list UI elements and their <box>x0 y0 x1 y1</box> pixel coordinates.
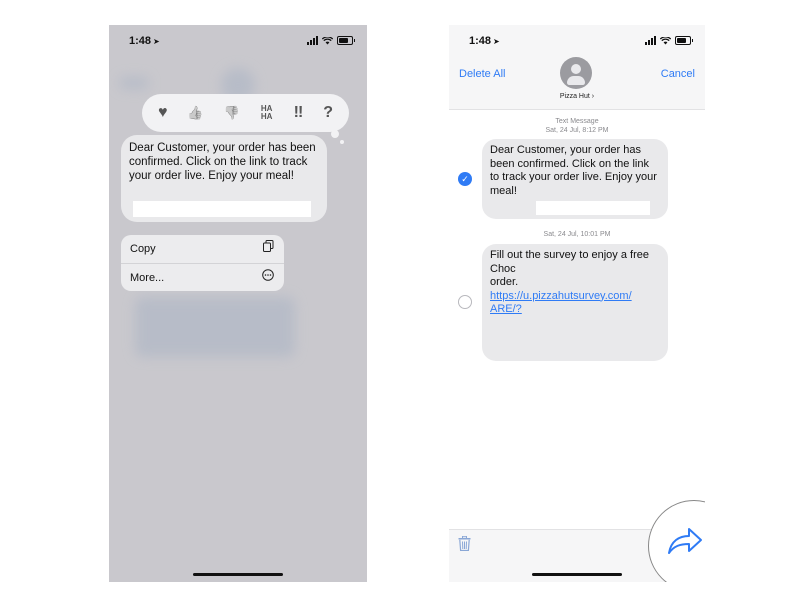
trash-icon[interactable] <box>458 535 471 555</box>
context-menu: Copy More... <box>121 235 284 291</box>
wifi-icon <box>660 36 671 44</box>
message-text: Fill out the survey to enjoy a free <box>490 249 649 261</box>
forward-arrow-icon <box>667 527 703 560</box>
menu-item-label: Copy <box>130 243 156 255</box>
delete-all-button[interactable]: Delete All <box>459 68 505 80</box>
home-indicator[interactable] <box>193 573 283 576</box>
message-bubble-2[interactable]: Fill out the survey to enjoy a free Choc… <box>482 244 668 361</box>
status-time: 1:48 ➤ <box>129 35 160 47</box>
survey-link[interactable]: https://u.pizzahutsurvey.com/ <box>490 290 660 304</box>
home-indicator[interactable] <box>532 573 622 576</box>
conversation-header: 1:48 ➤ Delete All Cancel Pizza Hut › <box>449 25 705 110</box>
heart-icon[interactable]: ♥ <box>158 104 168 122</box>
signal-icon <box>645 36 656 45</box>
message-timestamp-2: Sat, 24 Jul, 10:01 PM <box>543 231 611 238</box>
thumbs-up-icon[interactable]: 👍 <box>187 105 203 121</box>
message-type-label: Text Message <box>555 118 599 125</box>
redacted-area <box>133 201 311 217</box>
survey-link-cont[interactable]: ARE/? <box>490 303 660 317</box>
question-icon[interactable]: ? <box>323 104 333 122</box>
message-text: Choc <box>490 262 516 275</box>
left-phone-screen: 1:48 ➤ ♥ 👍 👎 HA HA ‼ ? Dear Customer, you… <box>109 25 367 582</box>
blurred-message <box>135 297 295 357</box>
status-bar: 1:48 ➤ <box>109 35 367 49</box>
forward-button[interactable] <box>648 500 705 582</box>
blurred-back-button <box>119 77 149 89</box>
message-text: Dear Customer, your order has been confi… <box>129 142 316 182</box>
person-icon <box>571 64 581 74</box>
message-text: order. <box>490 276 519 288</box>
battery-icon <box>675 36 693 45</box>
unselected-radio-icon[interactable] <box>458 295 472 309</box>
status-icons <box>645 36 693 45</box>
tapback-bar: ♥ 👍 👎 HA HA ‼ ? <box>142 94 349 144</box>
redacted-area <box>536 201 650 215</box>
status-time: 1:48 ➤ <box>469 35 500 47</box>
copy-icon <box>263 235 274 263</box>
selected-checkmark-icon[interactable]: ✓ <box>458 172 472 186</box>
status-icons <box>307 36 355 45</box>
exclamation-icon[interactable]: ‼ <box>294 104 304 122</box>
ellipsis-circle-icon <box>262 264 274 291</box>
message-text: Dear Customer, your order has been confi… <box>490 144 657 197</box>
right-phone-screen: 1:48 ➤ Delete All Cancel Pizza Hut › Text… <box>449 25 705 582</box>
message-bubble-1[interactable]: Dear Customer, your order has been confi… <box>482 139 668 219</box>
contact-name[interactable]: Pizza Hut › <box>449 93 705 100</box>
signal-icon <box>307 36 318 45</box>
message-timestamp: Sat, 24 Jul, 8:12 PM <box>545 127 609 134</box>
wifi-icon <box>322 36 333 44</box>
contact-avatar[interactable] <box>560 57 592 89</box>
haha-icon[interactable]: HA HA <box>260 105 274 121</box>
menu-item-more[interactable]: More... <box>121 263 284 291</box>
message-meta-1: Text Message Sat, 24 Jul, 8:12 PM <box>449 117 705 135</box>
menu-item-copy[interactable]: Copy <box>121 235 284 263</box>
message-bubble[interactable]: Dear Customer, your order has been confi… <box>121 135 327 222</box>
status-bar: 1:48 ➤ <box>449 35 705 49</box>
menu-item-label: More... <box>130 272 165 284</box>
battery-icon <box>337 36 355 45</box>
cancel-button[interactable]: Cancel <box>661 68 695 80</box>
thumbs-down-icon[interactable]: 👎 <box>224 105 240 121</box>
